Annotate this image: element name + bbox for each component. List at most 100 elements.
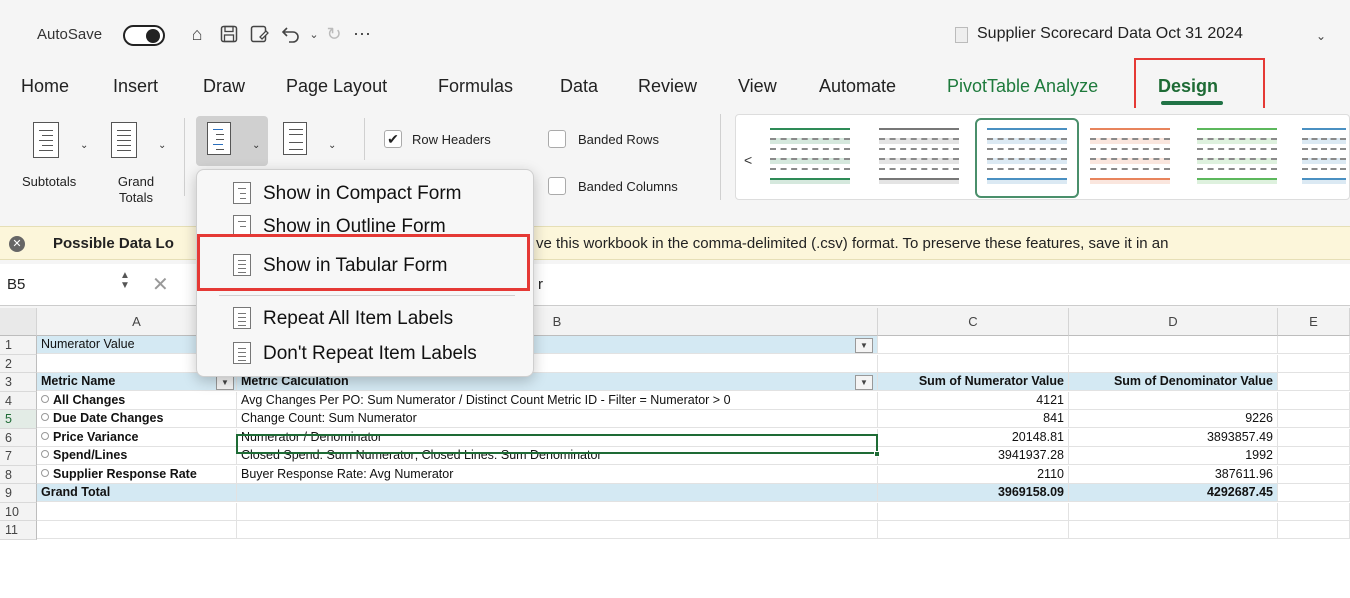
grand-total-numerator[interactable]: 3969158.09 — [878, 484, 1069, 502]
denominator-sum-cell[interactable] — [1069, 391, 1278, 410]
subtotals-label[interactable]: Subtotals — [22, 174, 76, 190]
numerator-sum-cell[interactable]: 841 — [878, 410, 1069, 428]
cell[interactable] — [1278, 465, 1350, 484]
report-layout-chevron-down-icon[interactable]: ⌄ — [252, 140, 260, 151]
numerator-sum-cell[interactable]: 20148.81 — [878, 428, 1069, 447]
row-header[interactable]: 1 — [0, 336, 37, 355]
tab-review[interactable]: Review — [638, 76, 697, 97]
column-header-e[interactable]: E — [1278, 308, 1350, 336]
menu-item-repeat-all-item-labels[interactable]: Repeat All Item Labels — [197, 302, 535, 334]
title-chevron-down-icon[interactable]: ⌄ — [1310, 24, 1332, 48]
cell[interactable] — [878, 354, 1069, 373]
row-header[interactable]: 2 — [0, 354, 37, 373]
undo-dropdown-icon[interactable]: ⌄ — [303, 22, 325, 46]
home-icon[interactable]: ⌂ — [186, 22, 208, 46]
row-header[interactable]: 9 — [0, 484, 37, 503]
metric-name-filter-icon[interactable]: ▼ — [216, 375, 234, 390]
tab-data[interactable]: Data — [560, 76, 598, 97]
tab-pivottable-analyze[interactable]: PivotTable Analyze — [947, 76, 1098, 97]
cell[interactable] — [37, 502, 237, 521]
expand-collapse-icon[interactable] — [41, 468, 49, 477]
metric-name-cell[interactable]: Due Date Changes — [37, 410, 237, 428]
menu-item-outline-form[interactable]: Show in Outline Form — [197, 210, 535, 234]
subtotals-chevron-down-icon[interactable]: ⌄ — [80, 140, 88, 151]
blank-rows-icon[interactable] — [283, 122, 307, 155]
row-headers-checkbox[interactable]: ✔ — [384, 130, 402, 148]
pivot-style-swatch[interactable] — [1298, 122, 1348, 194]
row-header[interactable]: 5 — [0, 410, 37, 429]
pivot-style-swatch[interactable] — [1193, 122, 1283, 194]
row-header[interactable]: 8 — [0, 465, 37, 484]
cell[interactable] — [37, 521, 237, 539]
close-notification-icon[interactable]: ✕ — [9, 236, 25, 252]
cell[interactable] — [1278, 373, 1350, 391]
name-box-spinner-icon[interactable]: ▲ ▼ — [120, 271, 130, 291]
pivot-style-swatch[interactable] — [983, 122, 1073, 194]
column-header-c[interactable]: C — [878, 308, 1069, 336]
expand-collapse-icon[interactable] — [41, 394, 49, 403]
metric-calculation-cell[interactable]: Change Count: Sum Numerator — [237, 410, 878, 428]
metric-calculation-cell[interactable]: Buyer Response Rate: Avg Numerator — [237, 465, 878, 484]
more-icon[interactable]: ⋯ — [351, 22, 373, 46]
cell[interactable] — [1278, 484, 1350, 502]
tab-automate[interactable]: Automate — [819, 76, 896, 97]
tab-formulas[interactable]: Formulas — [438, 76, 513, 97]
numerator-sum-cell[interactable]: 4121 — [878, 391, 1069, 410]
banded-columns-checkbox[interactable] — [548, 177, 566, 195]
pivot-style-swatch[interactable] — [766, 122, 856, 194]
grand-total-denominator[interactable]: 4292687.45 — [1069, 484, 1278, 502]
subtotals-icon[interactable] — [33, 122, 59, 158]
gallery-prev-icon[interactable]: < — [744, 152, 752, 168]
row-header[interactable]: 7 — [0, 447, 37, 466]
pivot-style-swatch[interactable] — [875, 122, 965, 194]
undo-icon[interactable] — [280, 22, 302, 46]
grand-totals-label[interactable]: Grand Totals — [108, 174, 164, 206]
expand-collapse-icon[interactable] — [41, 413, 49, 421]
document-title[interactable]: Supplier Scorecard Data Oct 31 2024 — [977, 25, 1243, 43]
numerator-sum-cell[interactable]: 2110 — [878, 465, 1069, 484]
tab-home[interactable]: Home — [21, 76, 69, 97]
expand-collapse-icon[interactable] — [41, 431, 49, 440]
banded-rows-label[interactable]: Banded Rows — [578, 132, 659, 147]
cell[interactable] — [1069, 336, 1278, 354]
row-header[interactable]: 11 — [0, 521, 37, 540]
pivot-style-swatch[interactable] — [1086, 122, 1176, 194]
column-header-d[interactable]: D — [1069, 308, 1278, 336]
metric-calculation-cell[interactable]: Avg Changes Per PO: Sum Numerator / Dist… — [237, 391, 878, 410]
cell[interactable] — [1278, 354, 1350, 373]
cell[interactable] — [237, 502, 878, 521]
tab-page-layout[interactable]: Page Layout — [286, 76, 387, 97]
metric-calculation-filter-icon[interactable]: ▼ — [855, 375, 873, 390]
select-all-corner[interactable] — [0, 308, 37, 336]
cell[interactable] — [1278, 428, 1350, 447]
metric-name-cell[interactable]: Supplier Response Rate — [37, 465, 237, 484]
redo-icon[interactable]: ↻ — [323, 22, 345, 46]
row-header[interactable]: 3 — [0, 373, 37, 392]
row-headers-label[interactable]: Row Headers — [412, 132, 491, 147]
name-box[interactable]: B5 — [7, 276, 25, 293]
denominator-sum-cell[interactable]: 387611.96 — [1069, 465, 1278, 484]
cell[interactable] — [1278, 447, 1350, 465]
report-layout-icon[interactable] — [207, 122, 231, 155]
cell[interactable] — [1278, 521, 1350, 539]
pivot-column-header[interactable]: Sum of Numerator Value — [878, 373, 1069, 391]
blank-rows-chevron-down-icon[interactable]: ⌄ — [328, 140, 336, 151]
grand-totals-icon[interactable] — [111, 122, 137, 158]
banded-columns-label[interactable]: Banded Columns — [578, 179, 678, 194]
fill-handle[interactable] — [874, 451, 880, 457]
filter-dropdown-icon[interactable]: ▼ — [855, 338, 873, 353]
denominator-sum-cell[interactable]: 3893857.49 — [1069, 428, 1278, 447]
banded-rows-checkbox[interactable] — [548, 130, 566, 148]
pivot-column-header[interactable]: Sum of Denominator Value — [1069, 373, 1278, 391]
cell[interactable] — [878, 502, 1069, 521]
tab-insert[interactable]: Insert — [113, 76, 158, 97]
cell[interactable] — [1278, 502, 1350, 521]
cell[interactable] — [237, 521, 878, 539]
autosave-toggle[interactable] — [123, 25, 165, 46]
menu-item-dont-repeat-item-labels[interactable]: Don't Repeat Item Labels — [197, 337, 535, 369]
row-header[interactable]: 10 — [0, 502, 37, 521]
tab-draw[interactable]: Draw — [203, 76, 245, 97]
expand-collapse-icon[interactable] — [41, 450, 49, 458]
metric-name-cell[interactable]: Price Variance — [37, 428, 237, 447]
cell[interactable] — [878, 521, 1069, 539]
